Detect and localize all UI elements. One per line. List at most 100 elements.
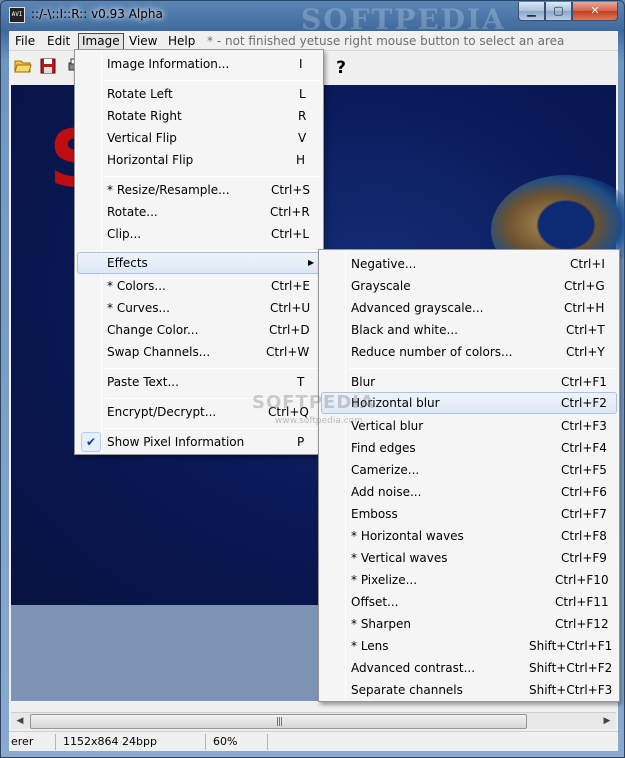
menu-item-change-color[interactable]: Change Color... Ctrl+D [77, 319, 321, 341]
menu-item-image-information[interactable]: Image Information... I [77, 53, 321, 75]
effect-negative[interactable]: Negative... Ctrl+I [321, 253, 617, 275]
menu-item-label: Advanced contrast... [351, 661, 476, 675]
hint-not-finished: * - not finished yet [207, 34, 319, 48]
menu-item-shortcut: Shift+Ctrl+F2 [529, 661, 613, 675]
effect-reduce-colors[interactable]: Reduce number of colors... Ctrl+Y [321, 341, 617, 363]
menu-item-paste-text[interactable]: Paste Text... T [77, 371, 321, 393]
minimize-button[interactable]: ▁ [518, 2, 545, 21]
menu-item-shortcut: Ctrl+U [270, 301, 311, 315]
menu-edit[interactable]: Edit [43, 33, 74, 50]
menu-item-shortcut: Ctrl+D [269, 323, 310, 337]
menu-item-shortcut: Ctrl+F11 [555, 595, 609, 609]
effect-camerize[interactable]: Camerize... Ctrl+F5 [321, 459, 617, 481]
menu-item-rotate-left[interactable]: Rotate Left L [77, 83, 321, 105]
menu-item-label: Encrypt/Decrypt... [107, 405, 217, 419]
effect-vertical-blur[interactable]: Vertical blur Ctrl+F3 [321, 415, 617, 437]
menu-item-rotate-right[interactable]: Rotate Right R [77, 105, 321, 127]
effect-black-and-white[interactable]: Black and white... Ctrl+T [321, 319, 617, 341]
help-icon[interactable]: ? [331, 58, 351, 78]
status-separator [267, 734, 268, 750]
effect-advanced-contrast[interactable]: Advanced contrast... Shift+Ctrl+F2 [321, 657, 617, 679]
effect-lens[interactable]: * Lens Shift+Ctrl+F1 [321, 635, 617, 657]
scroll-thumb[interactable]: ||| [30, 714, 527, 729]
effect-add-noise[interactable]: Add noise... Ctrl+F6 [321, 481, 617, 503]
menu-item-vertical-flip[interactable]: Vertical Flip V [77, 127, 321, 149]
open-icon[interactable] [13, 58, 33, 78]
menu-item-label: Offset... [351, 595, 399, 609]
menu-file[interactable]: File [11, 33, 39, 50]
menu-item-shortcut: Ctrl+G [564, 279, 605, 293]
menu-item-label: Rotate Right [107, 109, 182, 123]
menu-item-shortcut: Ctrl+E [271, 279, 310, 293]
menu-item-shortcut: Ctrl+F8 [561, 529, 607, 543]
menu-item-shortcut: Ctrl+H [564, 301, 605, 315]
menu-item-clip[interactable]: Clip... Ctrl+L [77, 223, 321, 245]
menu-item-label: Paste Text... [107, 375, 179, 389]
effect-sharpen[interactable]: * Sharpen Ctrl+F12 [321, 613, 617, 635]
menu-item-shortcut: Ctrl+F2 [561, 396, 607, 410]
menu-help[interactable]: Help [164, 33, 199, 50]
close-button[interactable]: ✕ [572, 2, 618, 21]
menu-item-label: * Curves... [107, 301, 170, 315]
horizontal-scrollbar[interactable]: ◀ ||| ▶ [11, 712, 616, 729]
menu-separator [105, 176, 319, 177]
title-bar[interactable]: AVI ::/-\::I::R:: v0.93 Alpha SOFTPEDIA … [1, 1, 624, 36]
menu-item-label: Show Pixel Information [107, 435, 245, 449]
menu-item-shortcut: Ctrl+R [270, 205, 310, 219]
menu-separator [105, 250, 319, 251]
effect-blur[interactable]: Blur Ctrl+F1 [321, 371, 617, 393]
effect-separate-channels[interactable]: Separate channels Shift+Ctrl+F3 [321, 679, 617, 701]
menu-item-rotate[interactable]: Rotate... Ctrl+R [77, 201, 321, 223]
scroll-left-arrow-icon[interactable]: ◀ [12, 714, 28, 729]
effect-offset[interactable]: Offset... Ctrl+F11 [321, 591, 617, 613]
maximize-button[interactable]: ▢ [545, 2, 572, 21]
menu-item-curves[interactable]: * Curves... Ctrl+U [77, 297, 321, 319]
effect-grayscale[interactable]: Grayscale Ctrl+G [321, 275, 617, 297]
menu-item-swap-channels[interactable]: Swap Channels... Ctrl+W [77, 341, 321, 363]
menu-item-label: Emboss [351, 507, 398, 521]
menu-item-label: Grayscale [351, 279, 411, 293]
menu-item-label: Swap Channels... [107, 345, 211, 359]
menu-view[interactable]: View [125, 33, 161, 50]
menu-item-resize-resample[interactable]: * Resize/Resample... Ctrl+S [77, 179, 321, 201]
scroll-right-arrow-icon[interactable]: ▶ [599, 714, 615, 729]
menu-image[interactable]: Image [78, 33, 124, 50]
menu-separator [349, 368, 615, 369]
effect-advanced-grayscale[interactable]: Advanced grayscale... Ctrl+H [321, 297, 617, 319]
effect-vertical-waves[interactable]: * Vertical waves Ctrl+F9 [321, 547, 617, 569]
menu-item-shortcut: Ctrl+S [271, 183, 311, 197]
menu-bar: File Edit Image View Help * - not finish… [9, 31, 618, 51]
menu-item-shortcut: Ctrl+F12 [555, 617, 609, 631]
effect-pixelize[interactable]: * Pixelize... Ctrl+F10 [321, 569, 617, 591]
menu-item-shortcut: Ctrl+F10 [555, 573, 609, 587]
menu-item-label: Add noise... [351, 485, 422, 499]
menu-item-label: Change Color... [107, 323, 199, 337]
menu-item-horizontal-flip[interactable]: Horizontal Flip H [77, 149, 321, 171]
menu-item-label: Image Information... [107, 57, 230, 71]
menu-item-shortcut: Ctrl+Y [566, 345, 605, 359]
island-lagoon [531, 195, 601, 255]
status-bar: erer 1152x864 24bpp 60% [9, 731, 618, 751]
menu-item-shortcut: Ctrl+F3 [561, 419, 607, 433]
save-icon[interactable] [38, 58, 58, 78]
hint-select-area: use right mouse button to select an area [319, 34, 565, 48]
menu-item-show-pixel-information[interactable]: ✔ Show Pixel Information P [77, 431, 321, 453]
menu-item-colors[interactable]: * Colors... Ctrl+E [77, 275, 321, 297]
menu-item-label: * Colors... [107, 279, 166, 293]
menu-item-shortcut: H [296, 153, 306, 167]
status-separator [205, 734, 206, 750]
submenu-arrow-icon: ▶ [308, 258, 315, 267]
menu-item-effects[interactable]: Effects ▶ [77, 252, 321, 274]
menu-item-label: * Resize/Resample... [107, 183, 230, 197]
menu-item-label: Vertical Flip [107, 131, 177, 145]
effect-find-edges[interactable]: Find edges Ctrl+F4 [321, 437, 617, 459]
status-left: erer [11, 735, 34, 748]
menu-item-shortcut: Ctrl+T [566, 323, 605, 337]
app-icon[interactable]: AVI [9, 7, 25, 23]
menu-item-shortcut: Ctrl+I [570, 257, 605, 271]
effect-emboss[interactable]: Emboss Ctrl+F7 [321, 503, 617, 525]
menu-item-label: * Sharpen [351, 617, 411, 631]
menu-item-label: Black and white... [351, 323, 458, 337]
effect-horizontal-waves[interactable]: * Horizontal waves Ctrl+F8 [321, 525, 617, 547]
softpedia-watermark-url: www.softpedia.com [275, 416, 363, 426]
